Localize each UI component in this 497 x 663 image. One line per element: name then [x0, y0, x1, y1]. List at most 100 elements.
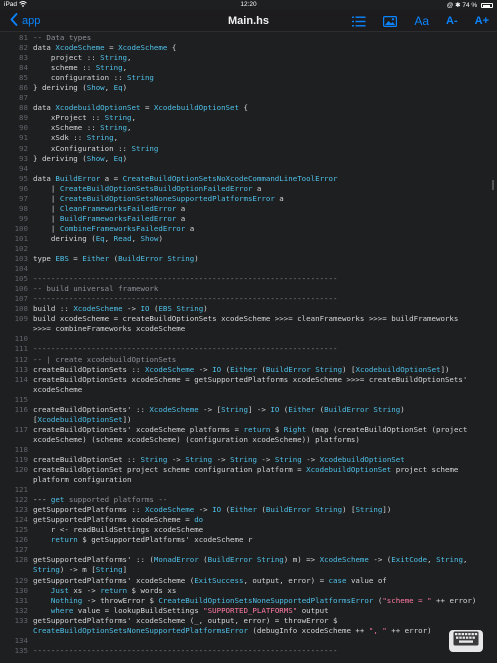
- code-line[interactable]: 118: [0, 445, 497, 455]
- line-number: 95: [19, 173, 28, 183]
- code-line[interactable]: 117 createBuildOptionSets' xcodeScheme pl…: [0, 425, 497, 435]
- code-line[interactable]: 110: [0, 334, 497, 344]
- code-line[interactable]: 113 createBuildOptionSets :: XcodeScheme …: [0, 365, 497, 375]
- code-line[interactable]: 108 build :: XcodeScheme -> IO (EBS Strin…: [0, 304, 497, 314]
- code-token: Show: [86, 83, 105, 93]
- code-line[interactable]: platform configuration: [0, 475, 497, 485]
- code-token: getSupportedPlatforms' xcodeScheme (_, o…: [33, 615, 338, 625]
- line-number: 103: [14, 254, 28, 264]
- code-line[interactable]: 109 build xcodeScheme = createBuildOption…: [0, 314, 497, 324]
- code-line[interactable]: [XcodebuildOptionSet]): [0, 415, 497, 425]
- code-line[interactable]: 81 -- Data types: [0, 33, 497, 43]
- code-line[interactable]: 107 -------------------------------------…: [0, 294, 497, 304]
- image-button[interactable]: [383, 15, 398, 27]
- code-token: String: [100, 123, 128, 133]
- code-line[interactable]: 101 deriving (Eq, Read, Show): [0, 234, 497, 244]
- code-line[interactable]: 125 r <- readBuildSettings xcodeScheme: [0, 525, 497, 535]
- scroll-indicator[interactable]: [492, 180, 494, 190]
- code-line[interactable]: 135 -------------------------------------…: [0, 646, 497, 656]
- code-line[interactable]: 106 -- build universal framework: [0, 284, 497, 294]
- font-decrease-button[interactable]: A-: [446, 15, 458, 27]
- code-line[interactable]: 133 getSupportedPlatforms' xcodeScheme (_…: [0, 616, 497, 626]
- code-line[interactable]: 89 xProject :: String,: [0, 113, 497, 123]
- code-line[interactable]: 119 createBuildOptionSet :: String -> Str…: [0, 455, 497, 465]
- code-line[interactable]: >>>= combineFrameworks xcodeScheme: [0, 324, 497, 334]
- code-token: XcodebuildOptionSet: [355, 364, 441, 374]
- code-text: xcodeScheme: [33, 385, 82, 395]
- code-token: (map (createBuildOptionSet (project: [306, 424, 468, 434]
- code-token: ,: [122, 63, 128, 73]
- code-line[interactable]: CreateBuildOptionSetsNoneSupportedPlatfo…: [0, 626, 497, 636]
- code-line[interactable]: 86} deriving (Show, Eq): [0, 83, 497, 93]
- code-line[interactable]: 122 --- get supported platforms --: [0, 495, 497, 505]
- code-token: data: [33, 43, 56, 53]
- code-line[interactable]: 115: [0, 395, 497, 405]
- code-token: data: [33, 173, 56, 183]
- code-text: build xcodeScheme = createBuildOptionSet…: [33, 314, 458, 324]
- code-line[interactable]: 114 createBuildOptionSets xcodeScheme = g…: [0, 375, 497, 385]
- code-token: MonadError: [153, 555, 199, 565]
- code-line[interactable]: 126 return $ getSupportedPlatforms' xcod…: [0, 535, 497, 545]
- code-line[interactable]: 96 | CreateBuildOptionSetsBuildOptionFai…: [0, 184, 497, 194]
- code-line[interactable]: 121: [0, 485, 497, 495]
- code-line[interactable]: 120 createBuildOptionSet project scheme c…: [0, 465, 497, 475]
- code-line[interactable]: 130 Just xs -> return $ words xs: [0, 586, 497, 596]
- code-line[interactable]: 85 configuration :: String: [0, 73, 497, 83]
- code-line[interactable]: 132 where value = lookupBuildSettings "S…: [0, 606, 497, 616]
- code-line[interactable]: 93} deriving (Show, Eq): [0, 154, 497, 164]
- code-line[interactable]: 129 getSupportedPlatforms' xcodeScheme (E…: [0, 576, 497, 586]
- code-line[interactable]: xcodeScheme: [0, 385, 497, 395]
- code-editor[interactable]: 81 -- Data types 82 data XcodeScheme = Xcod…: [0, 33, 497, 663]
- keyboard-button[interactable]: [449, 630, 483, 652]
- code-line[interactable]: 100 | CombineFrameworksFailedError a: [0, 224, 497, 234]
- back-label: app: [22, 15, 41, 27]
- code-token: ) -> m [: [59, 565, 96, 575]
- code-line[interactable]: 98 | CleanFrameworksFailedError a: [0, 204, 497, 214]
- code-line[interactable]: 134: [0, 636, 497, 646]
- code-line[interactable]: 94: [0, 164, 497, 174]
- code-token: createBuildOptionSet ::: [33, 454, 141, 464]
- code-line[interactable]: String) -> m [String]: [0, 565, 497, 575]
- code-token: String: [230, 454, 257, 464]
- code-line[interactable]: 102: [0, 244, 497, 254]
- code-token: configuration ::: [33, 73, 128, 83]
- code-line[interactable]: 83 project :: String,: [0, 53, 497, 63]
- code-line[interactable]: xcodeScheme) (scheme xcodeScheme) (confi…: [0, 435, 497, 445]
- code-line[interactable]: 88 data XcodebuildOptionSet = XcodebuildO…: [0, 103, 497, 113]
- code-token: a: [176, 213, 186, 223]
- code-line[interactable]: 105 -------------------------------------…: [0, 274, 497, 284]
- code-token: |: [33, 193, 60, 203]
- code-line[interactable]: 124 getSupportedPlatforms xcodeScheme = d…: [0, 515, 497, 525]
- code-line[interactable]: 92 xConfiguration :: String: [0, 144, 497, 154]
- code-text: -- build universal framework: [33, 284, 158, 294]
- code-line[interactable]: 84 scheme :: String,: [0, 63, 497, 73]
- back-button[interactable]: app: [10, 12, 40, 30]
- code-line[interactable]: 123 getSupportedPlatforms :: XcodeScheme …: [0, 505, 497, 515]
- code-line[interactable]: 95 data BuildError a = CreateBuildOptionS…: [0, 174, 497, 184]
- code-line[interactable]: 103 type EBS = Either (BuildError String): [0, 254, 497, 264]
- code-token: ): [203, 304, 208, 314]
- code-token: ->: [194, 505, 213, 515]
- code-line[interactable]: 131 Nothing -> throwError $ CreateBuildO…: [0, 596, 497, 606]
- code-line[interactable]: 90 xScheme :: String,: [0, 123, 497, 133]
- font-increase-button[interactable]: A+: [475, 15, 489, 27]
- code-line[interactable]: 82 data XcodeScheme = XcodeScheme {: [0, 43, 497, 53]
- code-text: type EBS = Either (BuildError String): [33, 254, 199, 264]
- code-text: ----------------------------------------…: [33, 344, 338, 354]
- font-button[interactable]: Aa: [414, 14, 429, 28]
- code-token: build xcodeScheme = createBuildOptionSet…: [33, 314, 459, 324]
- code-token: CombineFrameworksFailedError: [59, 223, 186, 233]
- code-line[interactable]: 128 getSupportedPlatforms' :: (MonadError…: [0, 555, 497, 565]
- code-line[interactable]: 104: [0, 264, 497, 274]
- code-line[interactable]: 116 createBuildOptionSets' :: XcodeScheme…: [0, 405, 497, 415]
- code-line[interactable]: 87: [0, 93, 497, 103]
- code-line[interactable]: 112 -- | create xcodebuildOptionSets: [0, 355, 497, 365]
- code-line[interactable]: 91 xSdk :: String,: [0, 133, 497, 143]
- code-line[interactable]: 99 | BuildFrameworksFailedError a: [0, 214, 497, 224]
- outline-list-button[interactable]: [352, 16, 366, 27]
- code-line[interactable]: 127: [0, 545, 497, 555]
- code-line[interactable]: 97 | CreateBuildOptionSetsNoneSupportedP…: [0, 194, 497, 204]
- code-line[interactable]: 111 -------------------------------------…: [0, 344, 497, 354]
- line-number: 120: [14, 465, 28, 475]
